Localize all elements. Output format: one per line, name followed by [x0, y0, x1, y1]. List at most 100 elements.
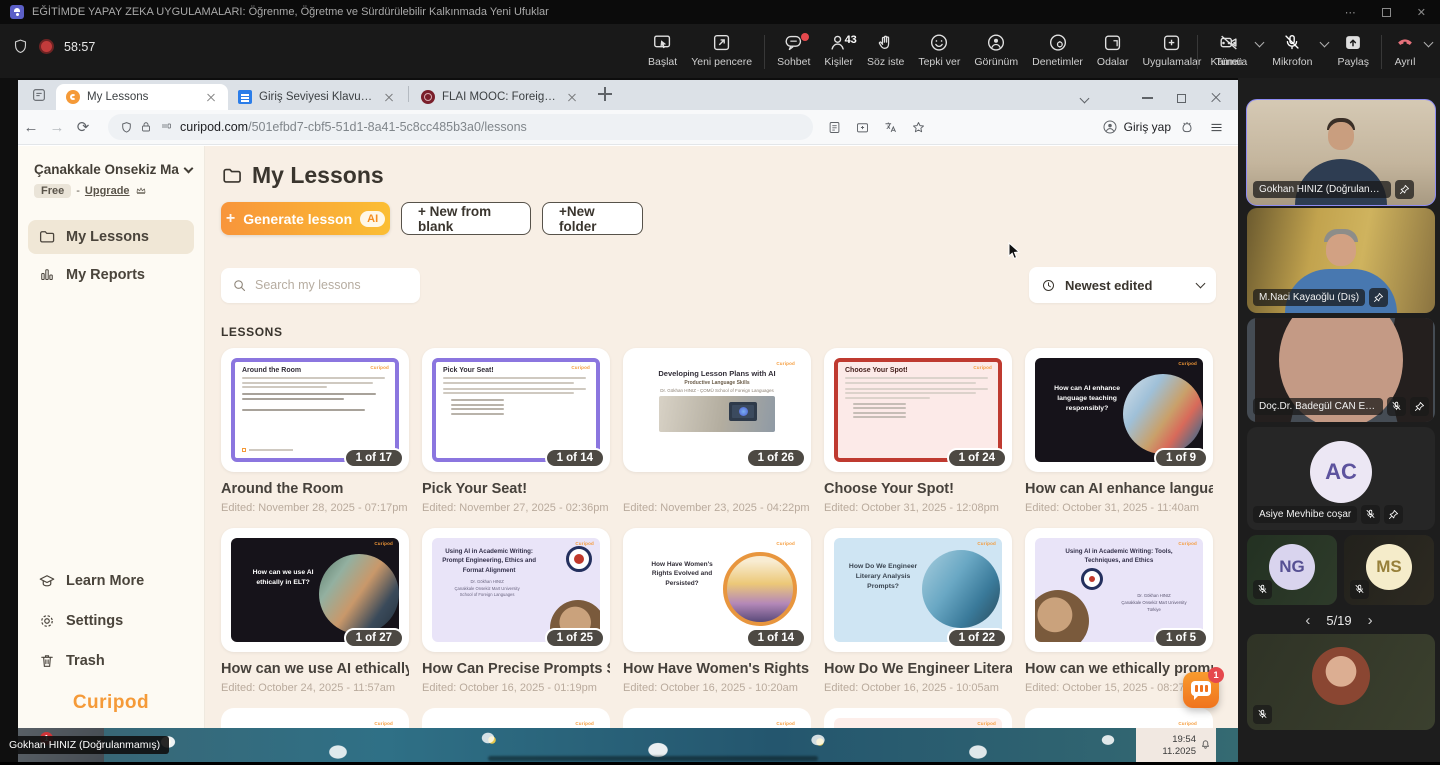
lesson-card[interactable]: Curipod Using AI in Academic Writing: Pr…: [422, 528, 610, 694]
toolbar-new-window-button[interactable]: Yeni pencere: [684, 27, 759, 73]
tab-my-lessons[interactable]: My Lessons: [56, 84, 228, 110]
lesson-card[interactable]: Curipod Around the Room 1 of 17 Around t…: [221, 348, 409, 514]
participant-tile[interactable]: Gokhan HINIZ (Doğrulanmamış): [1247, 100, 1435, 205]
reading-list-icon[interactable]: [827, 120, 842, 135]
lesson-card[interactable]: Curipod: [1025, 708, 1213, 728]
collections-add-icon[interactable]: [855, 120, 870, 135]
participant-tile[interactable]: [1247, 634, 1435, 730]
lesson-title: Pick Your Seat!: [422, 481, 610, 499]
lesson-card[interactable]: Curipod Choose Your Spot! 1 of 24 Choose…: [824, 348, 1012, 514]
lesson-card[interactable]: Curipod How Have Women's Rights Evolved …: [623, 528, 811, 694]
lesson-card[interactable]: Curipod: [422, 708, 610, 728]
slide-photo: [659, 396, 775, 432]
site-info-icon[interactable]: [120, 121, 133, 134]
tab-close-icon[interactable]: [382, 90, 396, 104]
translate-icon[interactable]: [883, 120, 898, 135]
sort-dropdown[interactable]: Newest edited: [1029, 267, 1216, 303]
toolbar-controls-button[interactable]: Denetimler: [1025, 27, 1090, 73]
signin-button[interactable]: Giriş yap: [1094, 115, 1179, 139]
lesson-card[interactable]: Curipod: [824, 708, 1012, 728]
menu-icon[interactable]: [1209, 120, 1224, 135]
participant-tile[interactable]: NG: [1247, 535, 1337, 605]
browser-essentials-icon[interactable]: [1179, 119, 1195, 135]
toolbar-share-button[interactable]: Paylaş: [1330, 27, 1376, 73]
back-button[interactable]: ←: [18, 119, 44, 136]
pin-icon[interactable]: [1384, 505, 1403, 524]
forward-button[interactable]: →: [44, 119, 70, 136]
participant-tile[interactable]: M.Naci Kayaoğlu (Dış): [1247, 208, 1435, 313]
toolbar-chat-button[interactable]: Sohbet: [770, 27, 817, 73]
lesson-card[interactable]: Curipod: [221, 708, 409, 728]
prev-page-icon[interactable]: ‹: [1305, 612, 1310, 629]
toolbar-react-button[interactable]: Tepki ver: [911, 27, 967, 73]
pin-icon[interactable]: [1369, 288, 1388, 307]
desktop-taskbar[interactable]: 19:54 11.2025: [18, 728, 1238, 762]
participant-tile[interactable]: AC Asiye Mevhibe coşar: [1247, 427, 1435, 530]
pin-icon[interactable]: [1410, 397, 1429, 416]
upgrade-link[interactable]: Upgrade: [85, 185, 130, 197]
taskbar-clock[interactable]: 19:54 11.2025: [1136, 728, 1216, 762]
lesson-card[interactable]: Curipod Using AI in Academic Writing: To…: [1025, 528, 1213, 694]
sidebar-item-trash[interactable]: Trash: [28, 644, 194, 678]
lesson-title: Choose Your Spot!: [824, 481, 1012, 499]
new-folder-button[interactable]: +New folder: [542, 202, 643, 235]
chat-widget-button[interactable]: 1: [1183, 672, 1219, 708]
search-box[interactable]: [221, 268, 420, 303]
new-from-blank-button[interactable]: + New from blank: [401, 202, 531, 235]
toolbar-leave-button[interactable]: Ayrıl: [1387, 27, 1423, 73]
toolbar-mic-button[interactable]: Mikrofon: [1265, 27, 1319, 73]
tab-google-docs[interactable]: Giriş Seviyesi Klavuz - Google D: [228, 84, 406, 110]
lesson-card[interactable]: Curipod How can we use AI ethically in E…: [221, 528, 409, 694]
favorite-star-icon[interactable]: [911, 120, 926, 135]
tab-close-icon[interactable]: [565, 90, 579, 104]
tab-list-chevron-icon[interactable]: [1080, 93, 1090, 103]
new-tab-button[interactable]: [597, 86, 613, 102]
toolbar-start-button[interactable]: Başlat: [641, 27, 684, 73]
leave-options-chevron-icon[interactable]: [1424, 38, 1434, 48]
lesson-card[interactable]: Curipod How Do We Engineer Literary Anal…: [824, 528, 1012, 694]
participant-tile[interactable]: MS: [1344, 535, 1434, 605]
address-bar[interactable]: curipod.com/501efbd7-cbf5-51d1-8a41-5c8c…: [108, 114, 813, 140]
mic-options-chevron-icon[interactable]: [1320, 38, 1330, 48]
generate-lesson-button[interactable]: + Generate lesson AI: [221, 202, 390, 235]
toolbar-view-button[interactable]: Görünüm: [967, 27, 1025, 73]
browser-minimize-icon[interactable]: [1142, 97, 1153, 99]
sidebar-item-settings[interactable]: Settings: [28, 604, 194, 638]
search-input[interactable]: [255, 278, 395, 292]
lesson-card[interactable]: Curipod How can AI enhance language teac…: [1025, 348, 1213, 514]
slide-count-badge: 1 of 25: [545, 628, 605, 648]
window-maximize-icon[interactable]: [1382, 8, 1391, 17]
sidebar-item-my-lessons[interactable]: My Lessons: [28, 220, 194, 254]
tab-actions-button[interactable]: [26, 84, 52, 106]
slide-body-lines: [242, 377, 388, 388]
toolbar-camera-button[interactable]: Kamera: [1203, 27, 1254, 73]
browser-close-icon[interactable]: [1210, 92, 1222, 104]
window-close-icon[interactable]: ✕: [1417, 6, 1426, 19]
toolbar-participants-button[interactable]: 43 Kişiler: [817, 27, 860, 73]
window-more-icon[interactable]: ⋯: [1345, 6, 1356, 19]
sidebar-item-my-reports[interactable]: My Reports: [28, 258, 194, 292]
tab-flai-mooc[interactable]: FLAI MOOC: Foreign Language: [411, 84, 589, 110]
pin-icon[interactable]: [1395, 180, 1414, 199]
lesson-card[interactable]: Curipod Developing Lesson Plans with AI …: [623, 348, 811, 514]
security-shield-icon[interactable]: [12, 38, 29, 55]
participant-tile[interactable]: Doç.Dr. Badegül CAN EMİR...: [1247, 318, 1435, 422]
sidebar-label: Learn More: [66, 573, 144, 589]
toolbar-rooms-button[interactable]: Odalar: [1090, 27, 1136, 73]
next-page-icon[interactable]: ›: [1368, 612, 1373, 629]
university-seal: [566, 546, 592, 572]
org-switcher[interactable]: Çanakkale Onsekiz Mart: [18, 146, 204, 177]
sidebar-item-learn-more[interactable]: Learn More: [28, 564, 194, 598]
lesson-card[interactable]: Curipod: [623, 708, 811, 728]
tab-close-icon[interactable]: [204, 90, 218, 104]
camera-options-chevron-icon[interactable]: [1255, 38, 1265, 48]
split-screen-icon[interactable]: [159, 121, 173, 133]
lesson-edited: Edited: November 23, 2025 - 04:22pm: [623, 502, 811, 514]
toolbar-raise-hand-button[interactable]: Söz iste: [860, 27, 911, 73]
lesson-card[interactable]: Curipod Pick Your Seat! 1 of 14 Pick You…: [422, 348, 610, 514]
crown-icon: [135, 185, 147, 197]
browser-maximize-icon[interactable]: [1177, 94, 1186, 103]
refresh-button[interactable]: ⟳: [70, 118, 96, 136]
slide-count-badge: 1 of 5: [1154, 628, 1208, 648]
folder-icon: [38, 228, 56, 246]
